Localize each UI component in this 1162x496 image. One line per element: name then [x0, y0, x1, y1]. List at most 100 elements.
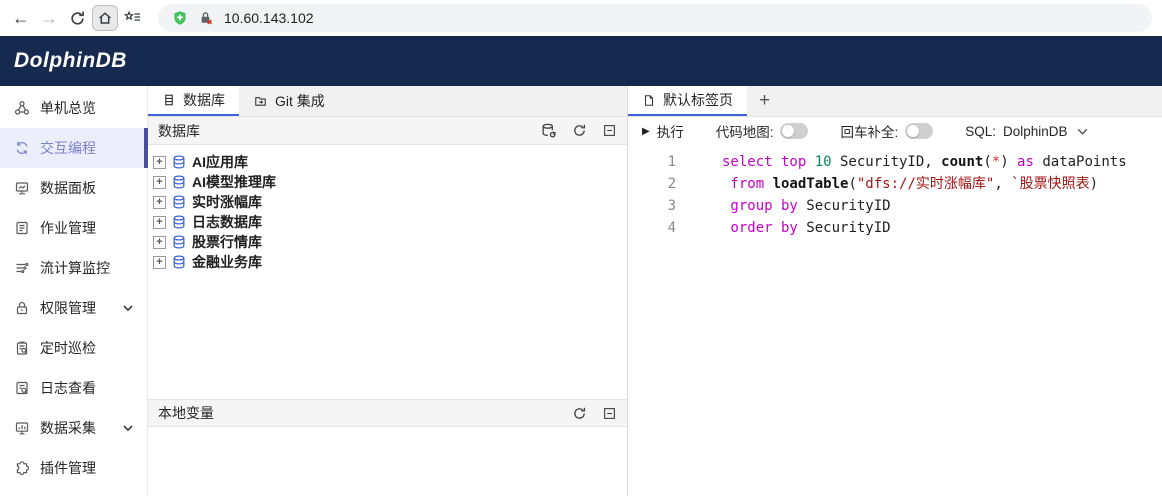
code-token: loadTable: [772, 176, 849, 192]
sidebar-item-dashboard[interactable]: 数据面板: [0, 168, 147, 208]
sidebar-item-label: 流计算监控: [40, 260, 110, 276]
lock-icon: [14, 300, 30, 316]
home-icon[interactable]: [92, 5, 118, 31]
chevron-down-icon[interactable]: [123, 425, 133, 431]
forward-icon[interactable]: →: [36, 5, 62, 31]
code-token: *: [991, 154, 1001, 170]
expand-plus-icon[interactable]: +: [153, 255, 166, 269]
run-button[interactable]: ▶ 执行: [642, 121, 684, 141]
expand-plus-icon[interactable]: +: [153, 175, 166, 189]
refresh-icon[interactable]: [572, 123, 587, 138]
sidebar-item-label: 作业管理: [40, 220, 96, 236]
panel-title: 数据库: [158, 122, 200, 139]
sidebar-item-interactive-programming[interactable]: 交互编程: [0, 128, 148, 168]
sidebar-item-log-viewer[interactable]: 日志查看: [0, 368, 147, 408]
chevron-down-icon[interactable]: [123, 305, 133, 311]
sidebar-item-plugin-management[interactable]: 插件管理: [0, 448, 147, 488]
code-token: group by: [722, 198, 807, 214]
sidebar-item-permission[interactable]: 权限管理: [0, 288, 147, 328]
tree-item-database[interactable]: + 实时涨幅库: [153, 192, 627, 212]
editor-panel: 默认标签页 + ▶ 执行 代码地图: 回车补全: SQL: DolphinDB: [628, 86, 1162, 496]
sidebar-item-overview[interactable]: 单机总览: [0, 88, 147, 128]
code-text: select top 10 SecurityID, count(*) as da…: [676, 151, 1127, 173]
sync-cycle-icon: [14, 140, 30, 156]
sidebar-item-label: 数据采集: [40, 420, 96, 436]
bookmarks-icon[interactable]: [120, 5, 146, 31]
monitor-chart-icon: [14, 420, 30, 436]
tree-item-label: 股票行情库: [192, 234, 262, 250]
extension-shield-icon[interactable]: [172, 10, 188, 26]
code-map-toggle[interactable]: [780, 123, 809, 139]
code-token: SecurityID: [806, 198, 891, 214]
expand-plus-icon[interactable]: +: [153, 195, 166, 209]
line-number: 2: [667, 176, 676, 192]
expand-plus-icon[interactable]: +: [153, 235, 166, 249]
expand-plus-icon[interactable]: +: [153, 155, 166, 169]
job-list-icon: [14, 220, 30, 236]
back-icon[interactable]: ←: [8, 5, 34, 31]
refresh-icon[interactable]: [64, 5, 90, 31]
code-token: as: [1017, 154, 1034, 170]
sidebar-item-label: 插件管理: [40, 460, 96, 476]
git-folder-icon: [253, 94, 268, 108]
code-token: dataPoints: [1033, 154, 1127, 170]
sql-dialect-dropdown[interactable]: SQL: DolphinDB: [965, 124, 1087, 139]
tab-label: 数据库: [183, 92, 225, 108]
tree-item-database[interactable]: + 日志数据库: [153, 212, 627, 232]
sidebar-item-job-management[interactable]: 作业管理: [0, 208, 147, 248]
code-line[interactable]: 4 order by SecurityID: [628, 217, 1162, 239]
tree-item-database[interactable]: + 股票行情库: [153, 232, 627, 252]
document-search-icon: [14, 380, 30, 396]
refresh-icon[interactable]: [572, 406, 587, 421]
database-icon: [171, 214, 187, 230]
sidebar-item-data-collection[interactable]: 数据采集: [0, 408, 147, 448]
explorer-panel: 数据库 Git 集成 数据库 + AI应用库 + AI模型推理库 + 实时涨幅库…: [148, 86, 628, 496]
url-text[interactable]: 10.60.143.102: [224, 10, 314, 26]
code-token: "dfs://实时涨幅库": [856, 176, 995, 192]
sidebar-item-stream-monitor[interactable]: 流计算监控: [0, 248, 147, 288]
app-header: DolphinDB: [0, 36, 1162, 86]
tree-item-database[interactable]: + 金融业务库: [153, 252, 627, 272]
chevron-down-icon: [1077, 128, 1088, 135]
stream-lines-icon: [14, 260, 30, 276]
sidebar-item-scheduled-inspection[interactable]: 定时巡检: [0, 328, 147, 368]
database-panel-header: 数据库: [148, 117, 627, 145]
code-editor[interactable]: 1 select top 10 SecurityID, count(*) as d…: [628, 145, 1162, 496]
explorer-tabstrip: 数据库 Git 集成: [148, 86, 627, 117]
play-icon: ▶: [642, 125, 650, 137]
code-token: SecurityID: [806, 220, 891, 236]
enter-complete-label: 回车补全:: [840, 125, 899, 140]
expand-plus-icon[interactable]: +: [153, 215, 166, 229]
code-line[interactable]: 3 group by SecurityID: [628, 195, 1162, 217]
database-reload-icon[interactable]: [540, 122, 557, 139]
code-text: group by SecurityID: [676, 195, 891, 217]
sidebar-item-label: 日志查看: [40, 380, 96, 396]
tab-git-integration[interactable]: Git 集成: [239, 86, 339, 116]
dashboard-board-icon: [14, 180, 30, 196]
collapse-icon[interactable]: [602, 406, 617, 421]
tab-default[interactable]: 默认标签页: [628, 86, 747, 116]
tree-item-database[interactable]: + AI应用库: [153, 152, 627, 172]
code-line[interactable]: 2 from loadTable("dfs://实时涨幅库", `股票快照表): [628, 173, 1162, 195]
sidebar-item-label: 定时巡检: [40, 340, 96, 356]
tree-item-label: 日志数据库: [192, 214, 262, 230]
insecure-lock-icon[interactable]: [198, 10, 214, 26]
enter-complete-toggle[interactable]: [905, 123, 934, 139]
sidebar-item-label: 交互编程: [40, 140, 96, 156]
database-tab-icon: [162, 93, 176, 107]
line-number: 4: [667, 220, 676, 236]
code-line[interactable]: 1 select top 10 SecurityID, count(*) as d…: [628, 151, 1162, 173]
new-tab-button[interactable]: +: [747, 86, 782, 116]
browser-toolbar: ← → 10.60.143.102: [0, 0, 1162, 36]
collapse-all-icon[interactable]: [602, 123, 617, 138]
sidebar-item-label: 单机总览: [40, 100, 96, 116]
code-text: order by SecurityID: [676, 217, 891, 239]
code-text: from loadTable("dfs://实时涨幅库", `股票快照表): [676, 173, 1098, 195]
tree-item-database[interactable]: + AI模型推理库: [153, 172, 627, 192]
editor-tabstrip: 默认标签页 +: [628, 86, 1162, 117]
tab-database[interactable]: 数据库: [148, 86, 239, 116]
code-token: 10: [814, 154, 832, 170]
address-bar[interactable]: 10.60.143.102: [158, 4, 1152, 32]
code-token: ): [1089, 176, 1099, 192]
database-icon: [171, 254, 187, 270]
